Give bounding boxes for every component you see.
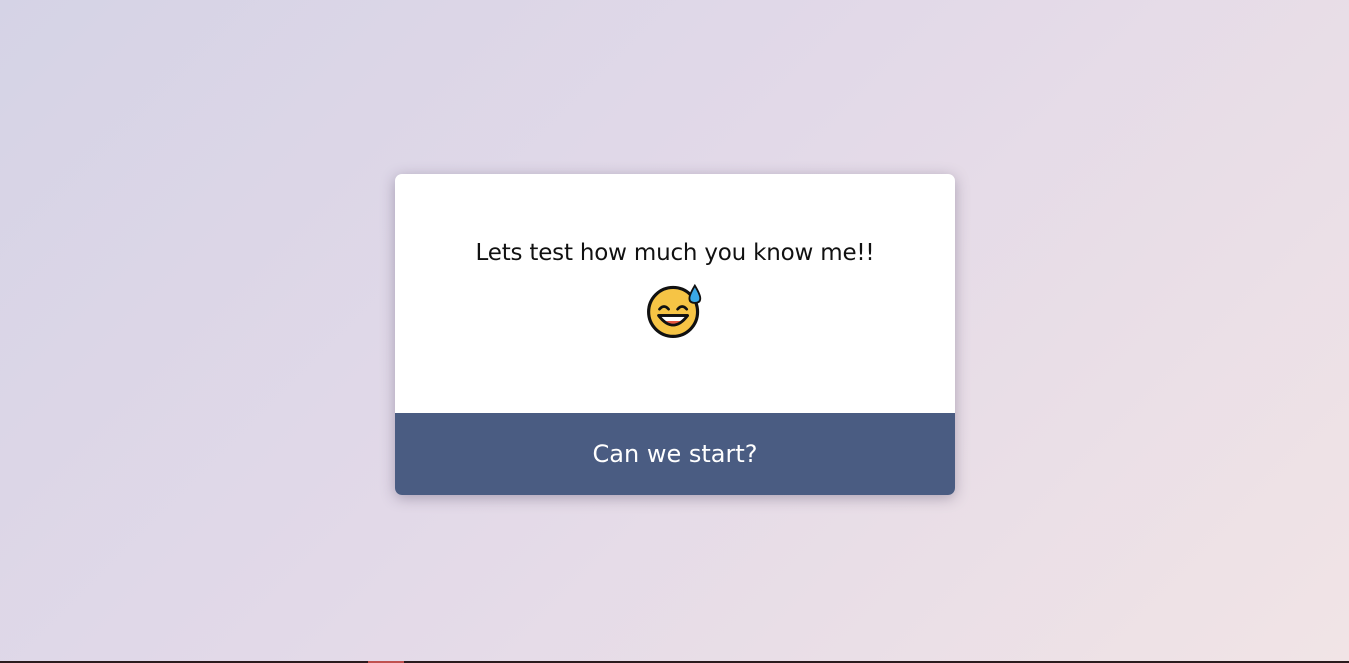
quiz-title: Lets test how much you know me!! — [475, 240, 875, 266]
grinning-face-with-sweat-icon — [647, 283, 702, 338]
quiz-intro-card-body: Lets test how much you know me!! — [395, 174, 955, 413]
quiz-intro-card: Lets test how much you know me!! Can we … — [395, 174, 955, 495]
start-quiz-button[interactable]: Can we start? — [395, 413, 955, 495]
